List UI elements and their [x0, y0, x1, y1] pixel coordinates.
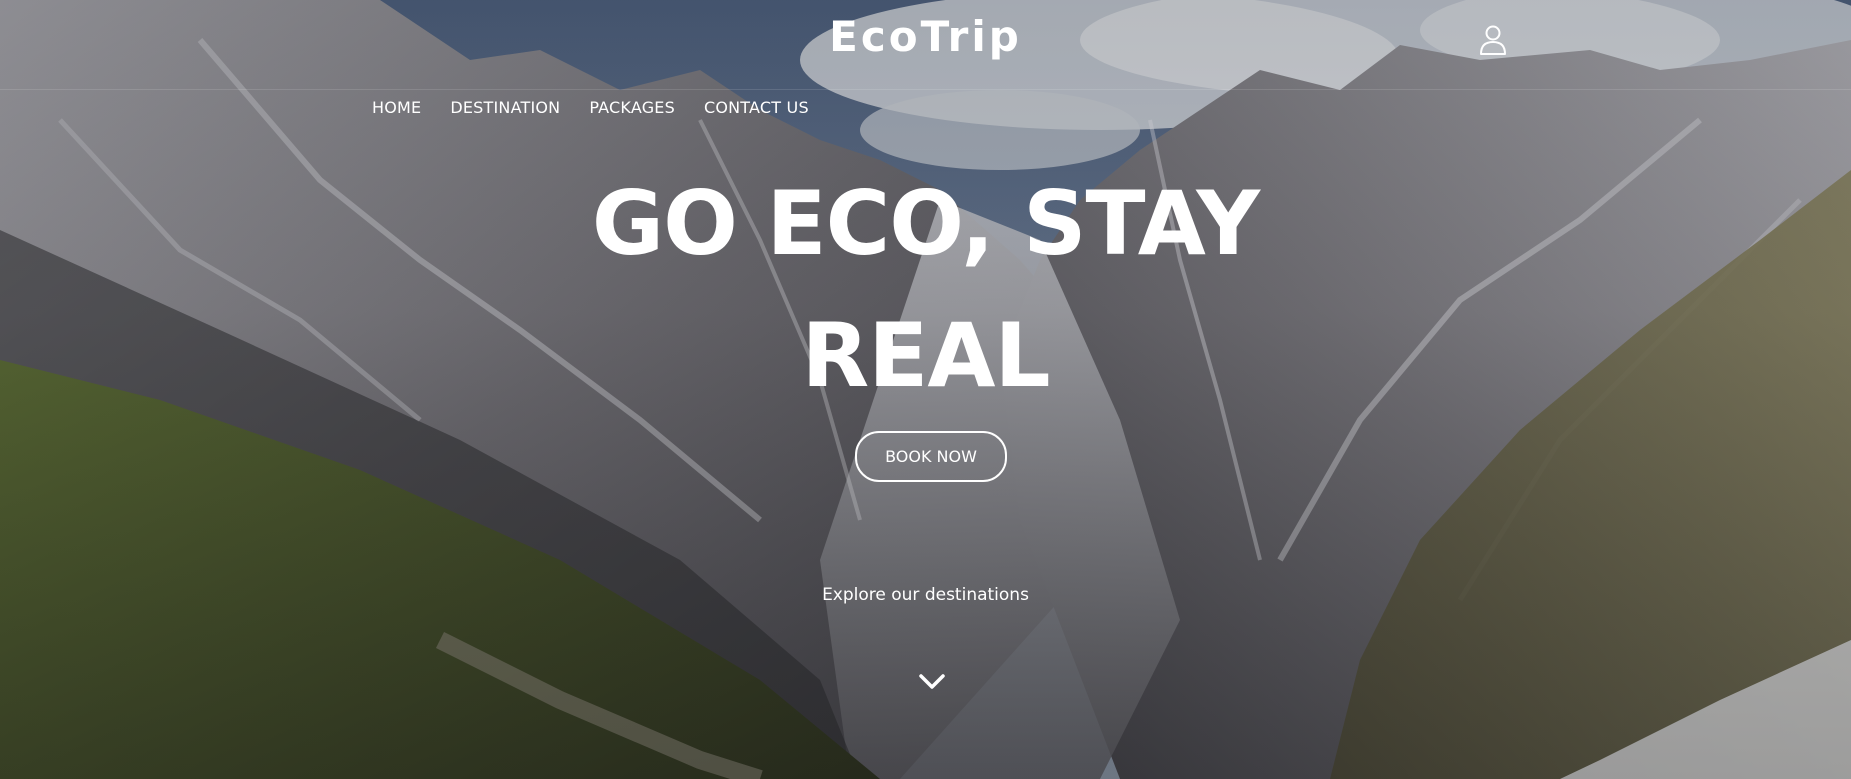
chevron-down-icon[interactable] — [917, 670, 947, 694]
hero-headline-line2: REAL — [801, 304, 1050, 407]
nav-item-destination[interactable]: DESTINATION — [450, 98, 560, 117]
explore-destinations-text: Explore our destinations — [822, 585, 1029, 605]
nav-item-contact-us[interactable]: CONTACT US — [704, 98, 809, 117]
site-logo[interactable]: EcoTrip — [0, 12, 1851, 62]
nav-item-packages[interactable]: PACKAGES — [589, 98, 675, 117]
hero-section: EcoTrip HOME DESTINATION PACKAGES CONTAC… — [0, 0, 1851, 779]
site-header: EcoTrip — [0, 0, 1851, 90]
hero-headline-line1: GO ECO, STAY — [591, 172, 1260, 275]
book-now-button[interactable]: BOOK NOW — [855, 431, 1007, 482]
hero-headline: GO ECO, STAY REAL — [0, 158, 1851, 422]
main-nav: HOME DESTINATION PACKAGES CONTACT US — [372, 94, 838, 120]
nav-item-home[interactable]: HOME — [372, 98, 421, 117]
user-icon[interactable] — [1478, 24, 1508, 56]
